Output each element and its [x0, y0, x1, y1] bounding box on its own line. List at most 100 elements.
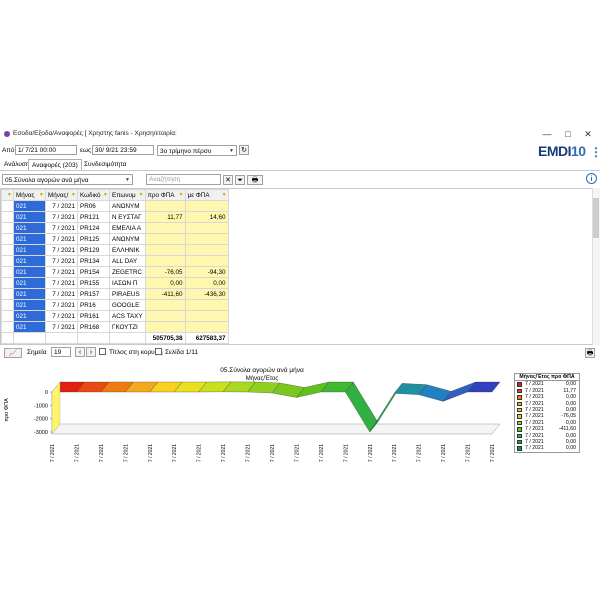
x-tick-label: 7 / 2021: [417, 444, 423, 462]
totals-empty-cell: [45, 332, 78, 344]
points-input[interactable]: 19: [51, 347, 71, 357]
page-checkbox[interactable]: [155, 348, 162, 355]
table-row[interactable]: 021 7 / 2021 PR134 ALL DAY: [1, 255, 229, 267]
title-top-checkbox[interactable]: [99, 348, 106, 355]
row-pre-vat-cell: [144, 233, 186, 245]
row-month-year-cell: 7 / 2021: [45, 200, 78, 212]
row-code-cell: PR134: [77, 255, 110, 267]
x-tick-label: 7 / 2021: [221, 444, 227, 462]
y-tick-label: -3000: [34, 430, 48, 436]
row-marker: [1, 211, 14, 223]
refresh-icon[interactable]: ↻: [239, 145, 249, 155]
to-label: εως: [80, 147, 92, 154]
minimize-icon[interactable]: —: [537, 128, 557, 140]
column-header-marker[interactable]: ▼: [1, 189, 14, 201]
table-row[interactable]: 021 7 / 2021 PR168 ΓΚΟΥΤΖΙ: [1, 321, 229, 333]
row-code-cell: PR155: [77, 277, 110, 289]
row-month-cell: 021: [13, 255, 46, 267]
table-row[interactable]: 021 7 / 2021 PR129 ΕΛΛΗΝΙΚ: [1, 244, 229, 256]
legend-swatch: [517, 401, 522, 407]
period-dropdown[interactable]: 3ο τρίμηνο πέρσυ ▼: [157, 145, 237, 156]
row-with-vat-cell: [184, 222, 229, 234]
table-row[interactable]: 021 7 / 2021 PR155 ΙΑΣΩΝ Π 0,00 0,00: [1, 277, 229, 289]
search-input[interactable]: Αναζήτηση: [146, 174, 221, 185]
row-marker: [1, 321, 14, 333]
totals-empty-cell: [77, 332, 110, 344]
prev-page-icon[interactable]: ‹: [75, 347, 85, 357]
window-title: Εσοδα/Εξοδα/Αναφορές [ Χρηστης fanis - Χ…: [13, 130, 177, 137]
table-row[interactable]: 021 7 / 2021 PR124 ΕΜΕΛΙΑ Α: [1, 222, 229, 234]
row-pre-vat-cell: 11,77: [144, 211, 186, 223]
app-icon: [4, 131, 10, 137]
row-month-year-cell: 7 / 2021: [45, 244, 78, 256]
grid-scrollbar-thumb[interactable]: [593, 198, 599, 238]
table-row[interactable]: 021 7 / 2021 PR06 ΑΝΩΝΥΜ: [1, 200, 229, 212]
row-month-cell: 021: [13, 299, 46, 311]
legend-swatch: [517, 439, 522, 445]
print-icon[interactable]: 🖶: [247, 175, 263, 185]
chart-floor: [51, 423, 501, 435]
column-header-name[interactable]: Επωνυμ ▼: [109, 189, 146, 201]
row-code-cell: PR124: [77, 222, 110, 234]
next-page-icon[interactable]: ›: [86, 347, 96, 357]
column-header-month-year[interactable]: Μήνας/▼: [45, 189, 78, 201]
row-name-cell: ALL DAY: [109, 255, 146, 267]
y-tick-label: -1000: [34, 403, 48, 409]
table-row[interactable]: 021 7 / 2021 PR125 ΑΝΩΝΥΜ: [1, 233, 229, 245]
more-menu-icon[interactable]: ⋮: [590, 145, 600, 159]
row-pre-vat-cell: -76,05: [144, 266, 186, 278]
report-selector[interactable]: 05.Σύνολα αγορών ανά μήνα ▼: [2, 174, 133, 185]
row-with-vat-cell: [184, 321, 229, 333]
row-marker: [1, 277, 14, 289]
x-tick-label: 7 / 2021: [466, 444, 472, 462]
x-tick-label: 7 / 2021: [441, 444, 447, 462]
x-tick-label: 7 / 2021: [74, 444, 80, 462]
clear-search-icon[interactable]: ✕: [223, 175, 233, 185]
from-date-input[interactable]: 1/ 7/21 00:00: [15, 145, 77, 155]
row-pre-vat-cell: [144, 222, 186, 234]
y-tick-label: -2000: [34, 417, 48, 423]
row-code-cell: PR125: [77, 233, 110, 245]
row-pre-vat-cell: [144, 200, 186, 212]
from-label: Από: [2, 147, 15, 154]
legend-swatch: [517, 382, 522, 387]
data-grid: ▼ Μήνας ▼ Μήνας/▼ Κωδικό ▼ Επωνυμ ▼ προ ΦΠΑ…: [0, 188, 593, 345]
row-name-cell: ZEGETRC: [109, 266, 146, 278]
table-row[interactable]: 021 7 / 2021 PR121 Ν ΕΥΣΤΑΓ 11,77 14,60: [1, 211, 229, 223]
row-pre-vat-cell: -411,60: [144, 288, 186, 300]
info-icon[interactable]: i: [586, 173, 597, 184]
chart: 05.Σύνολα αγορών ανά μήνα Μήνας/Έτος προ…: [4, 366, 501, 462]
row-month-cell: 021: [13, 233, 46, 245]
filter-icon[interactable]: ⏷: [235, 175, 245, 185]
table-row[interactable]: 021 7 / 2021 PR16 GOOGLE: [1, 299, 229, 311]
row-name-cell: ACS TAXY: [109, 310, 146, 322]
total-with-vat: 627583,37: [184, 332, 229, 344]
row-with-vat-cell: 0,00: [184, 277, 229, 289]
row-with-vat-cell: -94,30: [184, 266, 229, 278]
table-row[interactable]: 021 7 / 2021 PR157 PIRAEUS -411,60 -436,30: [1, 288, 229, 300]
row-name-cell: ΕΜΕΛΙΑ Α: [109, 222, 146, 234]
maximize-icon[interactable]: □: [558, 128, 578, 140]
column-header-pre-vat[interactable]: προ ΦΠΑ ▼: [144, 189, 186, 201]
column-header-month[interactable]: Μήνας ▼: [13, 189, 46, 201]
row-month-year-cell: 7 / 2021: [45, 321, 78, 333]
column-header-code[interactable]: Κωδικό ▼: [77, 189, 110, 201]
chart-type-icon[interactable]: 📈: [4, 348, 22, 358]
row-with-vat-cell: [184, 244, 229, 256]
x-tick-label: 7 / 2021: [99, 444, 105, 462]
row-name-cell: ΕΛΛΗΝΙΚ: [109, 244, 146, 256]
x-tick-label: 7 / 2021: [490, 444, 496, 462]
close-icon[interactable]: ✕: [578, 128, 598, 140]
row-month-year-cell: 7 / 2021: [45, 288, 78, 300]
table-row[interactable]: 021 7 / 2021 PR154 ZEGETRC -76,05 -94,30: [1, 266, 229, 278]
row-with-vat-cell: [184, 233, 229, 245]
legend-swatch: [517, 433, 522, 439]
y-tick-label: 0: [45, 390, 48, 396]
x-tick-label: 7 / 2021: [319, 444, 325, 462]
row-name-cell: ΙΑΣΩΝ Π: [109, 277, 146, 289]
to-date-input[interactable]: 30/ 9/21 23:59: [92, 145, 154, 155]
table-row[interactable]: 021 7 / 2021 PR161 ACS TAXY: [1, 310, 229, 322]
column-header-with-vat[interactable]: με ΦΠΑ ▼: [184, 189, 229, 201]
chart-print-icon[interactable]: 🖶: [585, 348, 595, 358]
row-code-cell: PR129: [77, 244, 110, 256]
